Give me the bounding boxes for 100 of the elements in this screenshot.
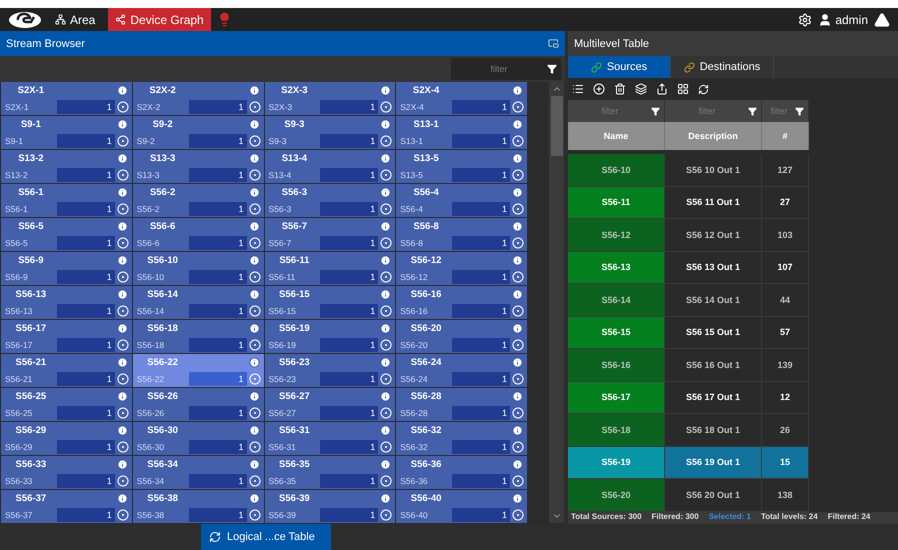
stream-tile[interactable]: S56-14 S56-14 1 bbox=[132, 286, 264, 319]
stream-tile[interactable]: S56-2 S56-2 1 bbox=[132, 184, 264, 217]
stream-tile[interactable]: S56-16 S56-16 1 bbox=[396, 286, 527, 319]
stream-tile[interactable]: S56-1 S56-1 1 bbox=[1, 184, 132, 217]
count-field[interactable]: 1 bbox=[188, 372, 246, 386]
count-field[interactable]: 1 bbox=[188, 440, 246, 454]
count-field[interactable]: 1 bbox=[320, 440, 378, 454]
count-field[interactable]: 1 bbox=[320, 270, 378, 284]
count-field[interactable]: 1 bbox=[188, 134, 246, 148]
stream-tile[interactable]: S56-36 S56-36 1 bbox=[396, 456, 527, 489]
count-field[interactable]: 1 bbox=[56, 474, 115, 488]
count-field[interactable]: 1 bbox=[452, 372, 510, 386]
stream-tile[interactable]: S9-3 S9-3 1 bbox=[264, 116, 396, 149]
nav-tab[interactable]: Device Graph bbox=[108, 8, 211, 31]
nav-tab[interactable]: Area bbox=[48, 8, 102, 31]
count-field[interactable]: 1 bbox=[452, 406, 510, 420]
count-field[interactable]: 1 bbox=[188, 474, 246, 488]
stream-tile[interactable]: S13-5 S13-5 1 bbox=[396, 150, 527, 183]
stream-tile[interactable]: S56-10 S56-10 1 bbox=[132, 252, 264, 285]
filter-field[interactable]: filter bbox=[457, 63, 541, 75]
filter-box[interactable]: filter bbox=[451, 58, 561, 80]
stream-tile[interactable]: S2X-4 S2X-4 1 bbox=[396, 82, 527, 115]
stream-tile[interactable]: S56-3 S56-3 1 bbox=[264, 184, 396, 217]
stream-tile[interactable]: S56-23 S56-23 1 bbox=[264, 354, 396, 387]
count-field[interactable]: 1 bbox=[188, 406, 246, 420]
count-field[interactable]: 1 bbox=[56, 440, 115, 454]
count-field[interactable]: 1 bbox=[56, 304, 115, 318]
count-field[interactable]: 1 bbox=[452, 474, 510, 488]
stream-tile[interactable]: S2X-2 S2X-2 1 bbox=[132, 82, 264, 115]
count-field[interactable]: 1 bbox=[320, 406, 378, 420]
count-field[interactable]: 1 bbox=[320, 134, 378, 148]
stream-tile[interactable]: S9-2 S9-2 1 bbox=[132, 116, 264, 149]
stream-tile[interactable]: S56-27 S56-27 1 bbox=[264, 388, 396, 421]
stream-tile[interactable]: S56-11 S56-11 1 bbox=[264, 252, 396, 285]
stream-tile[interactable]: S56-39 S56-39 1 bbox=[264, 490, 396, 523]
stream-tile[interactable]: S56-24 S56-24 1 bbox=[396, 354, 527, 387]
count-field[interactable]: 1 bbox=[320, 338, 378, 352]
stream-tile[interactable]: S56-30 S56-30 1 bbox=[132, 422, 264, 455]
count-field[interactable]: 1 bbox=[320, 168, 378, 182]
stream-tile[interactable]: S56-13 S56-13 1 bbox=[1, 286, 132, 319]
stream-tile[interactable]: S56-6 S56-6 1 bbox=[132, 218, 264, 251]
count-field[interactable]: 1 bbox=[320, 236, 378, 250]
count-field[interactable]: 1 bbox=[188, 202, 246, 216]
count-field[interactable]: 1 bbox=[452, 134, 510, 148]
stream-tile[interactable]: S56-12 S56-12 1 bbox=[396, 252, 527, 285]
stream-tile[interactable]: S13-2 S13-2 1 bbox=[1, 150, 132, 183]
stream-tile[interactable]: S56-19 S56-19 1 bbox=[264, 320, 396, 353]
stream-tile[interactable]: S56-21 S56-21 1 bbox=[1, 354, 132, 387]
count-field[interactable]: 1 bbox=[56, 406, 115, 420]
count-field[interactable]: 1 bbox=[320, 202, 378, 216]
stream-tile[interactable]: S56-7 S56-7 1 bbox=[264, 218, 396, 251]
stream-tile[interactable]: S56-25 S56-25 1 bbox=[1, 388, 132, 421]
count-field[interactable]: 1 bbox=[452, 236, 510, 250]
stream-tile[interactable]: S56-32 S56-32 1 bbox=[396, 422, 527, 455]
stream-tile[interactable]: S56-26 S56-26 1 bbox=[132, 388, 264, 421]
count-field[interactable]: 1 bbox=[452, 202, 510, 216]
stream-tile[interactable]: S56-38 S56-38 1 bbox=[132, 490, 264, 523]
count-field[interactable]: 1 bbox=[320, 508, 378, 522]
stream-tile[interactable]: S56-18 S56-18 1 bbox=[132, 320, 264, 353]
count-field[interactable]: 1 bbox=[56, 270, 115, 284]
count-field[interactable]: 1 bbox=[452, 440, 510, 454]
stream-tile[interactable]: S56-33 S56-33 1 bbox=[1, 456, 132, 489]
count-field[interactable]: 1 bbox=[452, 100, 510, 114]
count-field[interactable]: 1 bbox=[56, 236, 115, 250]
count-field[interactable]: 1 bbox=[188, 338, 246, 352]
count-field[interactable]: 1 bbox=[320, 372, 378, 386]
count-field[interactable]: 1 bbox=[320, 474, 378, 488]
stream-tile[interactable]: S56-35 S56-35 1 bbox=[264, 456, 396, 489]
count-field[interactable]: 1 bbox=[56, 338, 115, 352]
stream-tile[interactable]: S56-31 S56-31 1 bbox=[264, 422, 396, 455]
count-field[interactable]: 1 bbox=[452, 508, 510, 522]
count-field[interactable]: 1 bbox=[320, 304, 378, 318]
stream-tile[interactable]: S56-5 S56-5 1 bbox=[1, 218, 132, 251]
stream-tile[interactable]: S56-22 S56-22 1 bbox=[132, 354, 264, 387]
stream-tile[interactable]: S56-8 S56-8 1 bbox=[396, 218, 527, 251]
count-field[interactable]: 1 bbox=[56, 134, 115, 148]
stream-tile[interactable]: S56-40 S56-40 1 bbox=[396, 490, 527, 523]
user-menu[interactable]: admin bbox=[818, 12, 868, 26]
stream-tile[interactable]: S56-34 S56-34 1 bbox=[132, 456, 264, 489]
stream-tile[interactable]: S13-1 S13-1 1 bbox=[396, 116, 527, 149]
count-field[interactable]: 1 bbox=[56, 168, 115, 182]
count-field[interactable]: 1 bbox=[56, 202, 115, 216]
count-field[interactable]: 1 bbox=[188, 304, 246, 318]
stream-tile[interactable]: S56-20 S56-20 1 bbox=[396, 320, 527, 353]
count-field[interactable]: 1 bbox=[56, 508, 115, 522]
stream-tile[interactable]: S56-4 S56-4 1 bbox=[396, 184, 527, 217]
count-field[interactable]: 1 bbox=[188, 100, 246, 114]
stream-tile[interactable]: S9-1 S9-1 1 bbox=[1, 116, 132, 149]
stream-tile[interactable]: S56-15 S56-15 1 bbox=[264, 286, 396, 319]
count-field[interactable]: 1 bbox=[188, 508, 246, 522]
stream-tile[interactable]: S56-37 S56-37 1 bbox=[1, 490, 132, 523]
count-field[interactable]: 1 bbox=[452, 304, 510, 318]
count-field[interactable]: 1 bbox=[452, 338, 510, 352]
stream-tile[interactable]: S13-4 S13-4 1 bbox=[264, 150, 396, 183]
stream-tile[interactable]: S13-3 S13-3 1 bbox=[132, 150, 264, 183]
stream-tile[interactable]: S2X-3 S2X-3 1 bbox=[264, 82, 396, 115]
count-field[interactable]: 1 bbox=[452, 270, 510, 284]
stream-tile[interactable]: S56-17 S56-17 1 bbox=[1, 320, 132, 353]
stream-tile[interactable]: S2X-1 S2X-1 1 bbox=[1, 82, 132, 115]
stream-tile[interactable]: S56-29 S56-29 1 bbox=[1, 422, 132, 455]
